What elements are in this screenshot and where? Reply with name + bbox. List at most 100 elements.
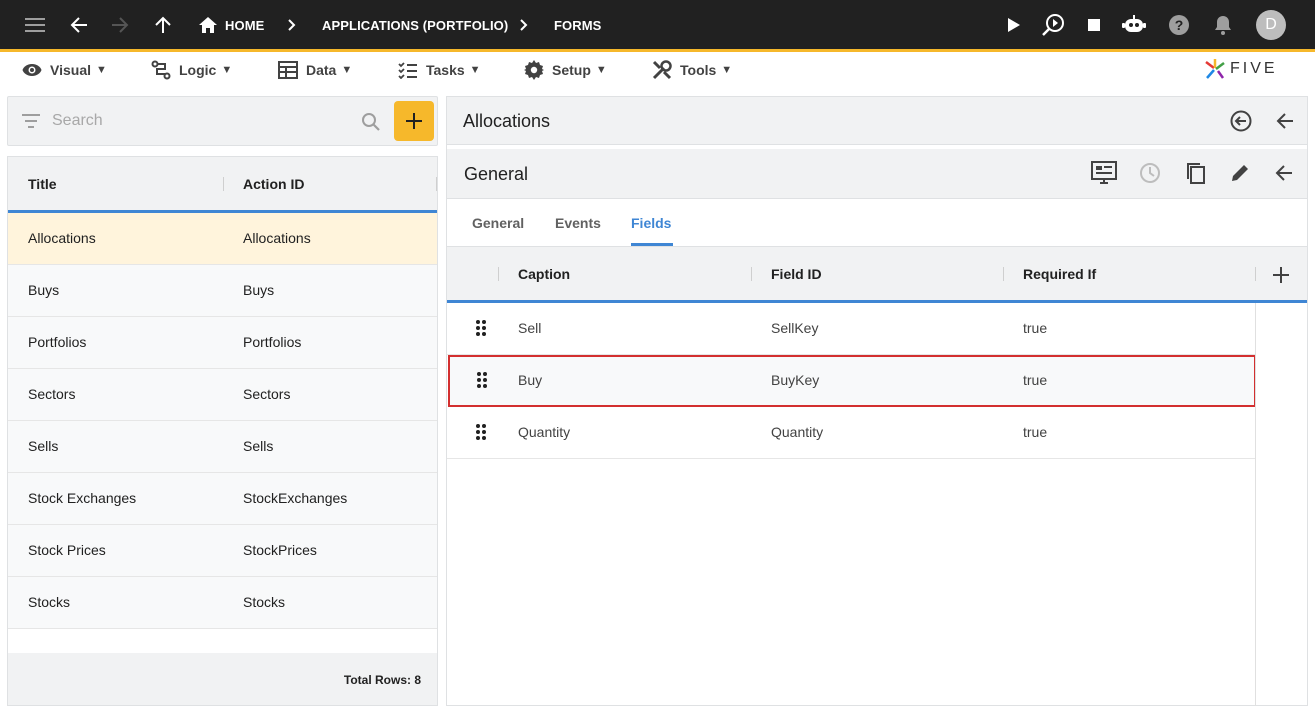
column-divider[interactable]	[498, 267, 499, 281]
back-arrow-icon[interactable]	[1270, 159, 1298, 187]
back-arrow-icon[interactable]	[1271, 107, 1299, 135]
menu-setup-label: Setup	[552, 62, 591, 78]
row-title: Stocks	[28, 594, 71, 610]
list-row[interactable]: Sectors Sectors	[8, 369, 437, 421]
avatar-initial: D	[1256, 10, 1286, 40]
menu-bar: Visual ▼ Logic ▼ Data ▼ Tasks ▼ Setup ▼ Tools…	[0, 52, 1315, 92]
menu-tools[interactable]: Tools ▼	[652, 52, 732, 88]
play-icon[interactable]	[1000, 0, 1028, 50]
search-input[interactable]	[52, 109, 342, 133]
column-header-action-id[interactable]: Action ID	[243, 176, 304, 192]
menu-tasks[interactable]: Tasks ▼	[398, 52, 481, 88]
detail-tabs: General Events Fields	[447, 199, 1307, 247]
chatbot-icon[interactable]	[1120, 0, 1148, 50]
drag-handle-icon[interactable]	[476, 320, 486, 336]
list-row[interactable]: Allocations Allocations	[8, 213, 437, 265]
drag-handle-icon[interactable]	[477, 372, 487, 388]
total-rows: Total Rows: 8	[343, 673, 421, 687]
add-button[interactable]	[394, 101, 434, 141]
table-icon	[278, 61, 298, 79]
eye-icon	[22, 64, 42, 76]
row-action-id: Allocations	[243, 230, 311, 246]
field-required-if: true	[1023, 424, 1048, 440]
search-bar	[7, 96, 438, 146]
debug-search-icon[interactable]	[1039, 0, 1067, 50]
top-bar: HOME APPLICATIONS (PORTFOLIO) FORMS ? D	[0, 0, 1315, 52]
filter-icon[interactable]	[22, 114, 40, 128]
form-designer-icon[interactable]	[1090, 159, 1118, 187]
column-divider[interactable]	[1255, 267, 1256, 281]
hamburger-menu-icon[interactable]	[20, 0, 50, 50]
circle-back-icon[interactable]	[1227, 107, 1255, 135]
add-field-plus-icon[interactable]	[1267, 261, 1295, 289]
breadcrumb-home-label: HOME	[225, 17, 265, 33]
list-row[interactable]: Stocks Stocks	[8, 577, 437, 629]
list-row[interactable]: Stock Exchanges StockExchanges	[8, 473, 437, 525]
tab-general[interactable]: General	[472, 215, 524, 231]
list-row[interactable]: Portfolios Portfolios	[8, 317, 437, 369]
notifications-bell-icon[interactable]	[1209, 0, 1237, 50]
menu-visual[interactable]: Visual ▼	[22, 52, 107, 88]
row-title: Stock Prices	[28, 542, 106, 558]
list-row[interactable]: Buys Buys	[8, 265, 437, 317]
menu-logic[interactable]: Logic ▼	[151, 52, 232, 88]
list-row[interactable]: Sells Sells	[8, 421, 437, 473]
chevron-right-icon	[285, 0, 299, 50]
column-divider[interactable]	[1003, 267, 1004, 281]
forward-arrow-icon[interactable]	[105, 0, 135, 50]
tab-events[interactable]: Events	[555, 215, 601, 231]
column-header-caption[interactable]: Caption	[518, 266, 570, 282]
help-icon[interactable]: ?	[1165, 0, 1193, 50]
chevron-right-icon	[517, 0, 531, 50]
list-row[interactable]: Stock Prices StockPrices	[8, 525, 437, 577]
drag-handle-icon[interactable]	[476, 424, 486, 440]
column-divider[interactable]	[223, 177, 224, 191]
field-row[interactable]: Quantity Quantity true	[447, 407, 1255, 459]
five-logo-icon	[1205, 59, 1225, 79]
tab-fields[interactable]: Fields	[631, 215, 671, 231]
back-arrow-icon[interactable]	[64, 0, 94, 50]
menu-data[interactable]: Data ▼	[278, 52, 352, 88]
breadcrumb-forms[interactable]: FORMS	[554, 0, 601, 50]
row-action-id: Sectors	[243, 386, 291, 402]
up-arrow-icon[interactable]	[148, 0, 178, 50]
breadcrumb-home[interactable]: HOME	[199, 0, 264, 50]
tasks-checklist-icon	[398, 62, 417, 79]
user-avatar[interactable]: D	[1256, 0, 1286, 50]
section-title: General	[464, 164, 529, 184]
row-action-id: StockPrices	[243, 542, 317, 558]
field-row[interactable]: Sell SellKey true	[447, 303, 1255, 355]
field-id: Quantity	[771, 424, 824, 440]
logic-flow-icon	[151, 60, 171, 80]
row-action-id: Buys	[243, 282, 275, 298]
column-header-required-if[interactable]: Required If	[1023, 266, 1096, 282]
row-title: Sells	[28, 438, 59, 454]
fields-grid-header: Caption Field ID Required If	[447, 247, 1307, 303]
menu-tasks-label: Tasks	[426, 62, 465, 78]
plus-icon	[406, 113, 422, 129]
history-clock-icon[interactable]	[1136, 159, 1164, 187]
row-title: Buys	[28, 282, 60, 298]
stop-icon[interactable]	[1080, 0, 1108, 50]
list-header: Title Action ID	[8, 157, 437, 213]
grid-right-border	[1255, 303, 1256, 706]
column-divider[interactable]	[751, 267, 752, 281]
field-row-highlighted[interactable]: Buy BuyKey true	[448, 355, 1256, 407]
forms-list: Title Action ID Allocations Allocations B…	[7, 156, 438, 706]
row-title: Portfolios	[28, 334, 87, 350]
column-divider[interactable]	[436, 177, 437, 191]
row-action-id: Portfolios	[243, 334, 302, 350]
row-action-id: StockExchanges	[243, 490, 348, 506]
column-header-field-id[interactable]: Field ID	[771, 266, 822, 282]
copy-icon[interactable]	[1182, 159, 1210, 187]
detail-panel: Allocations General General Events Field…	[446, 96, 1308, 706]
edit-pencil-icon[interactable]	[1226, 159, 1254, 187]
field-id: BuyKey	[771, 372, 820, 388]
breadcrumb-applications[interactable]: APPLICATIONS (PORTFOLIO)	[322, 0, 508, 50]
menu-tools-label: Tools	[680, 62, 717, 78]
search-icon[interactable]	[361, 112, 381, 132]
column-header-title[interactable]: Title	[28, 176, 57, 192]
section-header: General	[447, 149, 1307, 199]
row-title: Allocations	[28, 230, 96, 246]
menu-setup[interactable]: Setup ▼	[524, 52, 607, 88]
